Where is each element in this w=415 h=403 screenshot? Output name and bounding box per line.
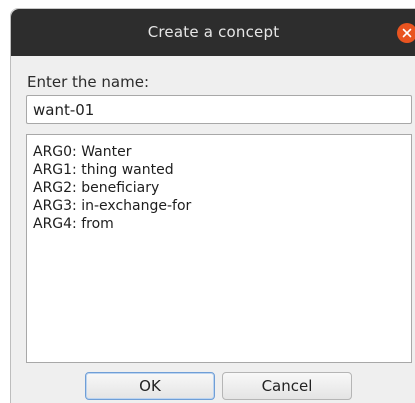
arguments-text-area[interactable]: ARG0: Wanter ARG1: thing wanted ARG2: be…	[26, 134, 412, 363]
close-button[interactable]	[397, 23, 415, 43]
create-concept-dialog: Create a concept Enter the name: ARG0: W…	[10, 8, 415, 403]
argument-line: ARG1: thing wanted	[33, 162, 174, 178]
argument-line: ARG0: Wanter	[33, 144, 132, 160]
argument-line: ARG2: beneficiary	[33, 180, 160, 196]
name-label: Enter the name:	[27, 73, 150, 91]
cancel-button[interactable]: Cancel	[222, 372, 352, 400]
name-input[interactable]	[26, 95, 412, 124]
ok-button[interactable]: OK	[85, 372, 215, 400]
close-icon	[402, 28, 412, 38]
dialog-title: Create a concept	[147, 23, 280, 41]
argument-line: ARG3: in-exchange-for	[33, 198, 192, 214]
page: Create a concept Enter the name: ARG0: W…	[0, 0, 415, 403]
title-bar[interactable]: Create a concept	[11, 9, 415, 56]
argument-line: ARG4: from	[33, 216, 114, 232]
